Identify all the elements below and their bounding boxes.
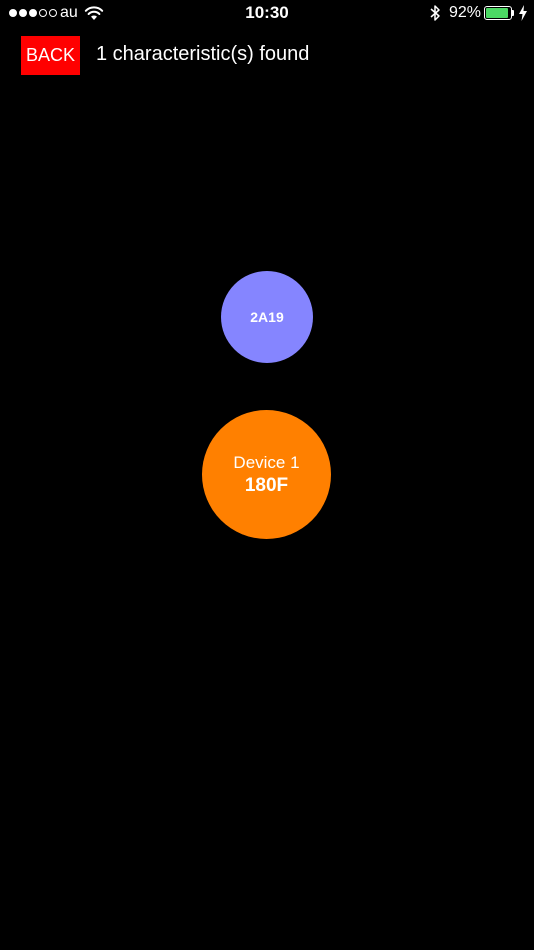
service-uuid: 180F — [244, 474, 289, 496]
characteristic-uuid: 2A19 — [250, 309, 284, 325]
characteristic-bubble[interactable]: 2A19 — [221, 271, 313, 363]
screen: au 10:30 92% BACK 1 characteristic(s) fo… — [0, 0, 534, 950]
battery-level — [486, 8, 509, 18]
device-name: Device 1 — [233, 452, 300, 472]
page-title: 1 characteristic(s) found — [96, 43, 310, 65]
bluetooth-icon — [430, 5, 440, 21]
battery-tip — [512, 10, 514, 16]
back-button[interactable]: BACK — [21, 36, 80, 75]
battery-percent: 92% — [449, 4, 482, 21]
charging-icon — [519, 5, 527, 21]
device-bubble[interactable]: Device 1 180F — [202, 410, 331, 539]
status-bar: au 10:30 92% — [0, 0, 534, 28]
battery-icon — [484, 6, 512, 20]
